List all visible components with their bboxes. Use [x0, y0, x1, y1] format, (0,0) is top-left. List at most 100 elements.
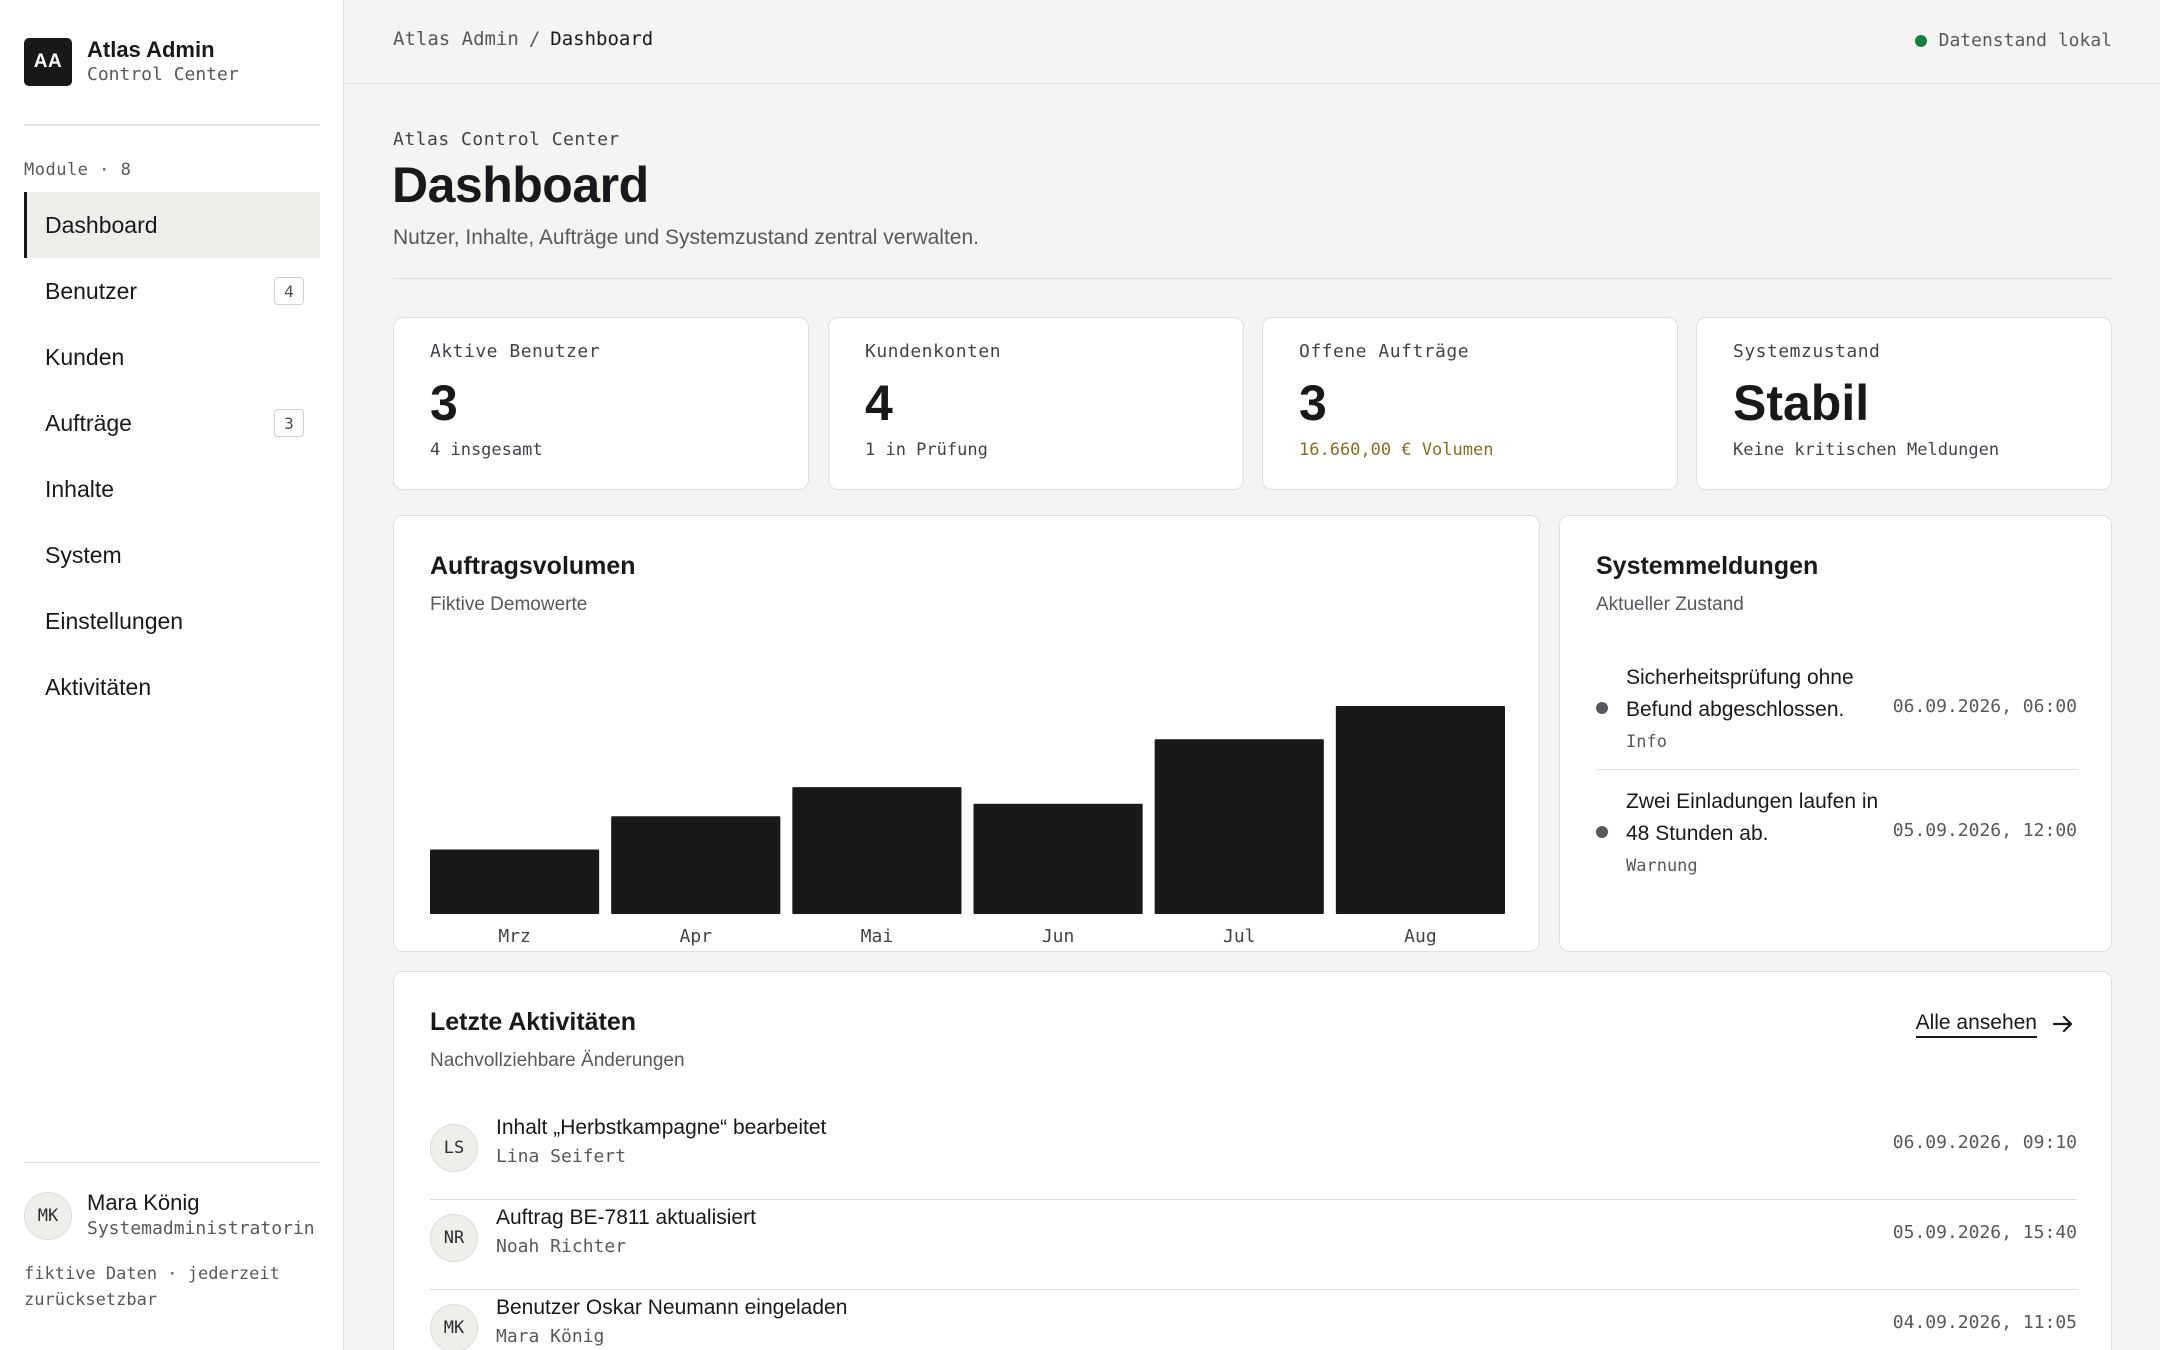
kpi-note: 1 in Prüfung: [865, 440, 988, 460]
kpi-value: Stabil: [1733, 375, 1870, 431]
card-title: Systemmeldungen: [1596, 552, 1819, 580]
activity-title: Benutzer Oskar Neumann eingeladen: [496, 1296, 848, 1319]
count-badge: 4: [274, 277, 304, 305]
sidebar-item-system[interactable]: System: [24, 522, 320, 588]
sidebar-item-label: Dashboard: [45, 211, 158, 238]
sidebar-item-label: Einstellungen: [45, 607, 184, 634]
kpi-card-open-orders: Offene Aufträge 3 16.660,00 € Volumen: [1262, 317, 1678, 490]
header-divider: [393, 278, 2112, 279]
activity-row[interactable]: MK Benutzer Oskar Neumann eingeladen Mar…: [430, 1290, 2077, 1350]
user-role: Systemadministratorin: [87, 1218, 315, 1239]
sidebar-item-aktivitaeten[interactable]: Aktivitäten: [24, 654, 320, 720]
topbar: Atlas Admin / Dashboard Datenstand lokal: [345, 0, 2160, 84]
activity-row[interactable]: LS Inhalt „Herbstkampagne“ bearbeitet Li…: [430, 1110, 2077, 1200]
sidebar-item-label: Aufträge: [45, 409, 132, 436]
breadcrumb-current: Dashboard: [550, 28, 654, 50]
page-description: Nutzer, Inhalte, Aufträge und Systemzust…: [393, 226, 979, 249]
message-time: 06.09.2026, 06:00: [1892, 696, 2077, 717]
kpi-note: 4 insgesamt: [430, 440, 543, 460]
order-volume-chart: Mrz Apr Mai Jun Jul Aug: [430, 706, 1505, 947]
breadcrumb-separator: /: [528, 28, 541, 50]
system-messages-card: Systemmeldungen Aktueller Zustand Sicher…: [1559, 515, 2112, 952]
page-title: Dashboard: [392, 157, 649, 213]
kpi-value: 4: [865, 375, 893, 431]
sidebar: AA Atlas Admin Control Center Module · 8…: [0, 0, 344, 1350]
sidebar-item-label: System: [45, 541, 122, 568]
avatar: LS: [430, 1124, 478, 1172]
bar-apr: [611, 816, 781, 914]
sidebar-item-benutzer[interactable]: Benutzer 4: [24, 258, 320, 324]
breadcrumb: Atlas Admin / Dashboard: [393, 28, 653, 50]
kpi-label: Systemzustand: [1733, 341, 1881, 362]
message-time: 05.09.2026, 12:00: [1892, 820, 2077, 841]
kpi-value: 3: [430, 375, 458, 431]
x-tick-label: Mrz: [498, 926, 531, 947]
bullet-icon: [1596, 702, 1608, 714]
breadcrumb-root[interactable]: Atlas Admin: [393, 28, 519, 50]
avatar: NR: [430, 1214, 478, 1262]
brand-title: Atlas Admin: [87, 37, 215, 62]
card-subtitle: Aktueller Zustand: [1596, 594, 1744, 615]
sidebar-divider: [24, 124, 320, 126]
bullet-icon: [1596, 826, 1608, 838]
activity-user: Mara König: [496, 1326, 605, 1347]
message-level: Info: [1626, 732, 1667, 752]
kpi-label: Kundenkonten: [865, 341, 1002, 362]
activity-title: Inhalt „Herbstkampagne“ bearbeitet: [496, 1116, 827, 1139]
kpi-label: Aktive Benutzer: [430, 341, 601, 362]
message-level: Warnung: [1626, 856, 1698, 876]
message-divider: [1596, 769, 2077, 770]
bar-mai: [792, 787, 962, 914]
bar-jun: [973, 803, 1143, 914]
kpi-note: Keine kritischen Meldungen: [1733, 440, 2000, 460]
kpi-label: Offene Aufträge: [1299, 341, 1470, 362]
activity-time: 06.09.2026, 09:10: [1892, 1132, 2077, 1153]
activity-time: 04.09.2026, 11:05: [1892, 1312, 2077, 1333]
x-tick-label: Mai: [861, 926, 894, 947]
system-message: Sicherheitsprüfung ohne Befund abgeschlo…: [1596, 662, 2077, 762]
x-tick-label: Apr: [679, 926, 712, 947]
avatar: MK: [430, 1304, 478, 1350]
sidebar-item-dashboard[interactable]: Dashboard: [24, 192, 320, 258]
avatar: MK: [24, 1192, 72, 1240]
activity-title: Auftrag BE-7811 aktualisiert: [496, 1206, 756, 1229]
activity-time: 05.09.2026, 15:40: [1892, 1222, 2077, 1243]
user-name: Mara König: [87, 1190, 200, 1215]
kpi-note: 16.660,00 € Volumen: [1299, 440, 1494, 460]
status-dot-icon: [1914, 34, 1927, 47]
sidebar-item-label: Benutzer: [45, 277, 138, 304]
x-tick-label: Jun: [1042, 926, 1075, 947]
bar-jul: [1154, 739, 1324, 914]
sidebar-item-label: Inhalte: [45, 475, 115, 502]
sidebar-item-label: Aktivitäten: [45, 673, 152, 700]
kpi-card-active-users: Aktive Benutzer 3 4 insgesamt: [393, 317, 809, 490]
activity-row[interactable]: NR Auftrag BE-7811 aktualisiert Noah Ric…: [430, 1200, 2077, 1290]
message-text: Sicherheitsprüfung ohne Befund abgeschlo…: [1626, 666, 1854, 721]
sidebar-item-inhalte[interactable]: Inhalte: [24, 456, 320, 522]
activity-user: Noah Richter: [496, 1236, 627, 1257]
recent-activities-card: Letzte Aktivitäten Nachvollziehbare Ände…: [393, 971, 2112, 1350]
sidebar-divider: [24, 1162, 320, 1163]
sidebar-item-einstellungen[interactable]: Einstellungen: [24, 588, 320, 654]
data-status: Datenstand lokal: [1914, 30, 2112, 51]
sidebar-item-kunden[interactable]: Kunden: [24, 324, 320, 390]
card-title: Letzte Aktivitäten: [430, 1008, 637, 1036]
brand-subtitle: Control Center: [87, 64, 239, 85]
see-all-link[interactable]: Alle ansehen: [1915, 1010, 2075, 1038]
current-user[interactable]: MK Mara König Systemadministratorin: [24, 1190, 315, 1242]
brand[interactable]: AA Atlas Admin Control Center: [24, 37, 239, 87]
x-tick-label: Aug: [1404, 926, 1437, 947]
brand-logo: AA: [24, 38, 72, 86]
see-all-label: Alle ansehen: [1915, 1010, 2037, 1038]
status-text: Datenstand lokal: [1938, 30, 2112, 51]
system-message: Zwei Einladungen laufen in 48 Stunden ab…: [1596, 786, 2077, 886]
demo-data-note: fiktive Daten · jederzeit zurücksetzbar: [24, 1264, 280, 1310]
bar-aug: [1335, 706, 1505, 914]
bar-mrz: [430, 849, 600, 914]
kpi-card-customer-accounts: Kundenkonten 4 1 in Prüfung: [828, 317, 1244, 490]
sidebar-nav: Dashboard Benutzer 4 Kunden Aufträge 3 I…: [24, 192, 320, 720]
arrow-right-icon: [2051, 1012, 2075, 1036]
kpi-value: 3: [1299, 375, 1327, 431]
sidebar-item-auftraege[interactable]: Aufträge 3: [24, 390, 320, 456]
x-tick-label: Jul: [1223, 926, 1256, 947]
